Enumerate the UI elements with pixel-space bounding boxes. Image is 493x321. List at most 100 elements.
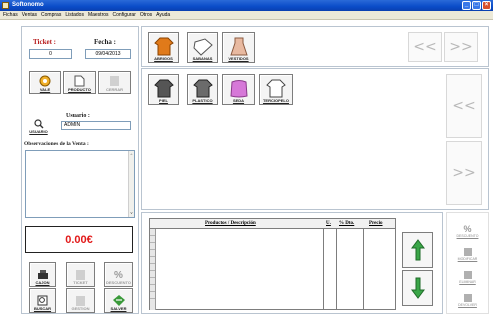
product-plastico[interactable]: PLASTICO <box>187 74 218 105</box>
arrow-down-icon <box>410 277 425 299</box>
usuario-button-label: USUARIO <box>29 129 48 134</box>
ticket-icon <box>76 270 85 280</box>
return-icon <box>463 294 472 302</box>
close-button[interactable]: × <box>482 1 491 10</box>
ticket-field[interactable]: 0 <box>29 49 72 59</box>
category-vestidos-label: VESTIDOS <box>228 56 249 61</box>
col-divider <box>323 229 324 310</box>
minimize-button[interactable]: _ <box>462 1 471 10</box>
col-u[interactable]: U. <box>326 221 331 226</box>
observaciones-label: Observaciones de la Venta : <box>24 141 89 147</box>
gestion-button[interactable]: GESTION <box>66 288 95 313</box>
col-dto[interactable]: % Dto. <box>339 221 354 226</box>
producto-label: PRODUCTO <box>68 87 91 92</box>
ticket-value: 0 <box>49 51 52 57</box>
magnifier-icon <box>37 295 48 306</box>
category-abrigos[interactable]: ABRIGOS <box>148 32 179 63</box>
fecha-field[interactable]: 09/04/2013 <box>85 49 131 59</box>
categories-next-label: >> <box>449 39 473 55</box>
menu-ayuda[interactable]: Ayuda <box>154 12 172 18</box>
app-icon <box>2 2 9 9</box>
fecha-label: Fecha : <box>94 38 116 46</box>
observaciones-scrollbar[interactable]: ^ v <box>128 151 134 217</box>
menu-ventas[interactable]: Ventas <box>20 12 39 18</box>
dress-icon <box>229 37 248 56</box>
leather-jacket-icon <box>153 79 174 98</box>
move-up-button[interactable] <box>402 232 433 268</box>
cajon-label: CAJON <box>35 280 50 285</box>
menu-maestros[interactable]: Maestros <box>86 12 111 18</box>
window-title: Softonomo <box>12 2 44 8</box>
side-devolver-button[interactable]: DEVOLVER <box>449 287 486 307</box>
col-divider <box>363 229 364 310</box>
side-modificar-label: MODIFICAR <box>457 257 478 261</box>
col-precio[interactable]: Precio <box>369 221 383 226</box>
ticket-button[interactable]: TICKET <box>66 262 95 287</box>
category-sabanas-label: SABANAS <box>192 56 213 61</box>
vale-label: VALE <box>39 87 51 92</box>
plastic-coat-icon <box>192 79 213 98</box>
usuario-button[interactable]: USUARIO <box>26 113 51 135</box>
menu-otros[interactable]: Otros <box>138 12 154 18</box>
ticket-label: Ticket : <box>33 38 57 46</box>
menu-configurar[interactable]: Configurar <box>111 12 138 18</box>
categories-next-button[interactable]: >> <box>444 32 478 62</box>
window-titlebar[interactable]: Softonomo _ □ × <box>0 0 493 11</box>
side-descuento-button[interactable]: % DESCUENTO <box>449 218 486 238</box>
salver-label: SALVER <box>110 306 127 311</box>
col-productos[interactable]: Productos / Descripción <box>205 221 256 226</box>
lines-table[interactable]: Productos / Descripción U. % Dto. Precio <box>149 218 396 310</box>
products-next-button[interactable]: >> <box>446 141 482 205</box>
fecha-value: 09/04/2013 <box>95 51 121 57</box>
gestion-icon <box>76 296 85 306</box>
product-seda[interactable]: SEDA <box>222 74 255 105</box>
product-piel[interactable]: PIEL <box>148 74 179 105</box>
product-terciopelo-label: TERCIOPELO <box>262 98 289 103</box>
usuario-value: ADMIN <box>64 122 81 128</box>
col-divider <box>336 229 337 310</box>
buscar-label: BUSCAR <box>33 306 52 311</box>
producto-button[interactable]: PRODUCTO <box>63 71 96 94</box>
document-disabled-icon <box>110 76 119 86</box>
menu-compras[interactable]: Compras <box>39 12 63 18</box>
side-devolver-label: DEVOLVER <box>458 303 477 307</box>
modify-icon <box>463 248 472 256</box>
side-percent-icon: % <box>463 224 472 234</box>
exit-icon <box>112 295 125 306</box>
move-down-button[interactable] <box>402 270 433 306</box>
menu-listados[interactable]: Listados <box>63 12 86 18</box>
ticket-btn-label: TICKET <box>73 280 88 285</box>
vale-button[interactable]: VALE <box>29 71 61 94</box>
products-prev-button[interactable]: << <box>446 74 482 138</box>
menu-bar: Fichas Ventas Compras Listados Maestros … <box>0 11 493 20</box>
side-descuento-label: DESCUENTO <box>456 234 479 238</box>
sheet-icon <box>192 38 213 56</box>
col-divider <box>395 229 396 310</box>
buscar-button[interactable]: BUSCAR <box>29 288 56 313</box>
cerrar-button[interactable]: CERRAR <box>98 71 131 94</box>
product-terciopelo[interactable]: TERCIOPELO <box>259 74 293 105</box>
salver-button[interactable]: SALVER <box>104 288 133 313</box>
category-vestidos[interactable]: VESTIDOS <box>222 32 255 63</box>
products-prev-label: << <box>452 98 476 114</box>
categories-prev-button[interactable]: << <box>408 32 442 62</box>
usuario-field[interactable]: ADMIN <box>61 121 131 130</box>
usuario-label: Usuario : <box>66 113 90 119</box>
descuento-label: DESCUENTO <box>105 280 132 285</box>
user-search-icon <box>33 119 43 129</box>
product-piel-label: PIEL <box>159 98 168 103</box>
product-plastico-label: PLASTICO <box>192 98 213 103</box>
category-sabanas[interactable]: SABANAS <box>187 32 218 63</box>
side-eliminar-button[interactable]: ELIMINAR <box>449 264 486 284</box>
side-modificar-button[interactable]: MODIFICAR <box>449 241 486 261</box>
observaciones-textarea[interactable]: ^ v <box>25 150 135 218</box>
shirt-icon <box>266 79 286 98</box>
cajon-button[interactable]: CAJON <box>29 262 56 287</box>
maximize-button[interactable]: □ <box>472 1 481 10</box>
lines-row-header <box>150 229 156 310</box>
silk-icon <box>229 80 248 98</box>
side-eliminar-label: ELIMINAR <box>459 280 476 284</box>
descuento-button[interactable]: % DESCUENTO <box>104 262 133 287</box>
menu-fichas[interactable]: Fichas <box>1 12 20 18</box>
document-icon <box>74 75 85 87</box>
